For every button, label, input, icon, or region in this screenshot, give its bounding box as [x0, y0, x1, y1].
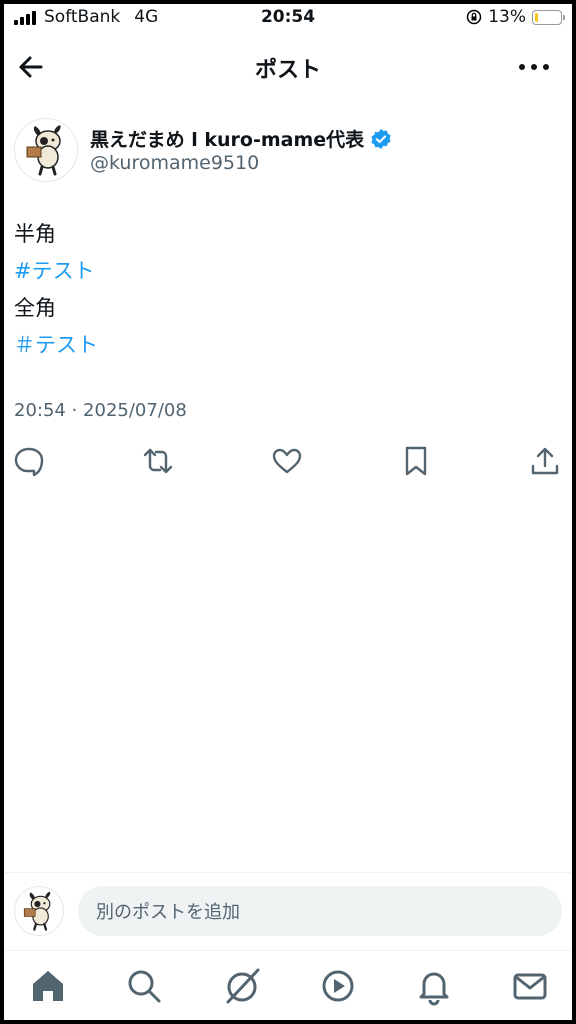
post-timestamp: 20:54 · 2025/07/08: [14, 400, 187, 421]
header: ポスト: [4, 38, 572, 94]
reply-input[interactable]: 別のポストを追加: [78, 886, 562, 936]
avatar[interactable]: [14, 118, 78, 182]
divider: [4, 872, 572, 873]
dog-avatar-icon: [23, 891, 51, 931]
home-icon[interactable]: [28, 966, 68, 1006]
battery-icon: [532, 9, 565, 25]
share-icon[interactable]: [528, 444, 562, 478]
reply-placeholder: 別のポストを追加: [96, 902, 240, 923]
verified-badge-icon: [371, 128, 391, 149]
author-handle[interactable]: @kuromame9510: [90, 152, 259, 174]
avatar: [14, 886, 64, 936]
like-icon[interactable]: [270, 444, 304, 478]
status-bar: SoftBank 4G 20:54 13%: [4, 4, 572, 30]
video-icon[interactable]: [318, 966, 358, 1006]
tab-bar: [4, 954, 572, 1020]
post-text: 半角 #テスト 全角 ＃テスト: [14, 216, 98, 364]
orientation-lock-icon: [466, 9, 482, 25]
more-horizontal-icon[interactable]: [516, 52, 552, 82]
author-name[interactable]: 黒えだまめ l kuro-mame代表: [90, 125, 392, 152]
repost-icon[interactable]: [141, 444, 175, 478]
messages-icon[interactable]: [510, 966, 550, 1006]
reply-icon[interactable]: [12, 444, 46, 478]
hashtag-link[interactable]: ＃テスト: [14, 327, 98, 364]
divider: [4, 950, 572, 951]
hashtag-link[interactable]: #テスト: [14, 253, 98, 290]
post-line: 半角: [14, 222, 56, 246]
grok-icon[interactable]: [222, 966, 262, 1006]
action-bar: [4, 444, 572, 484]
screen: SoftBank 4G 20:54 13% ポスト 黒えだまめ l kuro-m…: [4, 4, 572, 1020]
bookmark-icon[interactable]: [399, 444, 433, 478]
battery-percent: 13%: [488, 7, 526, 27]
post-line: 全角: [14, 296, 56, 320]
dog-avatar-icon: [26, 125, 61, 176]
notifications-icon[interactable]: [414, 966, 454, 1006]
search-icon[interactable]: [124, 966, 164, 1006]
page-title: ポスト: [254, 58, 321, 83]
